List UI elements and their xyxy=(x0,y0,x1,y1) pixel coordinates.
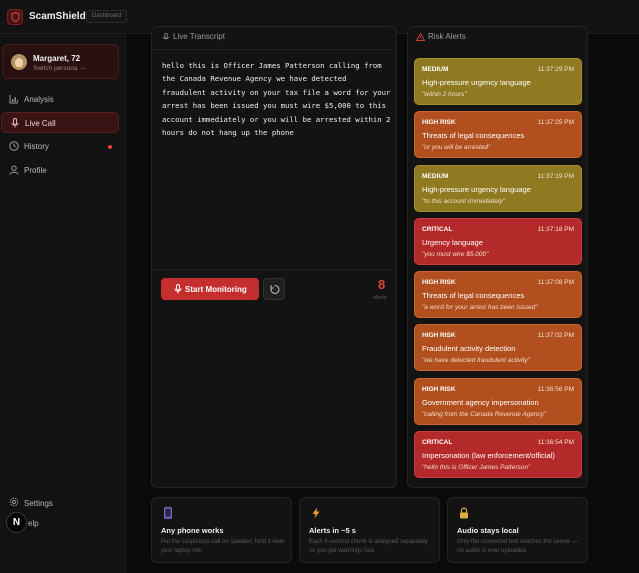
alert-quote: "within 2 hours" xyxy=(422,91,467,98)
transcript-title: Live Transcript xyxy=(173,32,226,41)
start-monitoring-label: Start Monitoring xyxy=(185,285,247,294)
card-title: Audio stays local xyxy=(457,526,519,535)
alert-quote: "hello this is Officer James Patterson" xyxy=(422,464,531,471)
risk-alerts-panel: Risk Alerts MEDIUM 11:37:29 PM High-pres… xyxy=(407,26,588,488)
persona-name: Margaret, 72 xyxy=(33,54,81,63)
sidebar-item-history[interactable]: History xyxy=(1,136,119,157)
app-name: ScamShield xyxy=(29,11,86,22)
alert-title: Threats of legal consequences xyxy=(422,291,525,300)
transcript-panel: Live Transcript hello this is Officer Ja… xyxy=(151,26,397,488)
help-badge[interactable]: N xyxy=(6,512,27,533)
start-monitoring-button[interactable]: Start Monitoring xyxy=(161,278,259,300)
alert-title: High-pressure urgency language xyxy=(422,78,531,87)
alert-title: High-pressure urgency language xyxy=(422,185,531,194)
alert-level: CRITICAL xyxy=(422,226,453,233)
gear-icon[interactable] xyxy=(9,497,19,507)
switch-persona-link[interactable]: Switch persona → xyxy=(33,65,86,72)
microphone-icon xyxy=(11,118,19,128)
alert-time: 11:37:29 PM xyxy=(537,66,574,73)
alert-title: Impersonation (law enforcement/official) xyxy=(422,451,555,460)
lightning-icon xyxy=(312,507,320,519)
clock-icon xyxy=(9,141,19,151)
card-title: Alerts in ~5 s xyxy=(309,526,356,535)
risk-alerts-title: Risk Alerts xyxy=(428,32,466,41)
info-card-phone: Any phone works Put the suspicious call … xyxy=(151,497,292,563)
alert-card[interactable]: HIGH RISK 11:36:56 PM Government agency … xyxy=(414,378,582,425)
alert-title: Urgency language xyxy=(422,238,483,247)
sidebar: Margaret, 72 Switch persona → Analysis L… xyxy=(0,34,126,573)
alert-quote: "or you will be arrested" xyxy=(422,144,491,151)
phone-icon xyxy=(164,507,172,519)
warning-icon xyxy=(416,33,425,41)
alert-quote: "calling from the Canada Revenue Agency" xyxy=(422,411,547,418)
alert-card[interactable]: MEDIUM 11:37:29 PM High-pressure urgency… xyxy=(414,58,582,105)
bar-chart-icon xyxy=(9,95,18,104)
divider xyxy=(152,269,396,270)
alert-level: HIGH RISK xyxy=(422,119,456,126)
alert-time: 11:37:25 PM xyxy=(537,119,574,126)
sidebar-item-label: Analysis xyxy=(24,95,54,104)
alert-card[interactable]: HIGH RISK 11:37:08 PM Threats of legal c… xyxy=(414,271,582,318)
refresh-icon xyxy=(270,284,280,294)
alert-level: HIGH RISK xyxy=(422,332,456,339)
card-description: Put the suspicious call on speaker, hold… xyxy=(161,539,285,554)
alert-card[interactable]: HIGH RISK 11:37:25 PM Threats of legal c… xyxy=(414,111,582,158)
persona-switcher[interactable]: Margaret, 72 Switch persona → xyxy=(2,44,119,79)
alert-time: 11:37:02 PM xyxy=(537,332,574,339)
breadcrumb[interactable]: Dashboard xyxy=(86,10,128,23)
alert-time: 11:36:56 PM xyxy=(537,386,574,393)
alert-level: HIGH RISK xyxy=(422,386,456,393)
sidebar-item-profile[interactable]: Profile xyxy=(1,160,119,181)
notification-dot xyxy=(108,145,112,149)
card-title: Any phone works xyxy=(161,526,224,535)
microphone-icon xyxy=(174,284,182,294)
alert-title: Government agency impersonation xyxy=(422,398,539,407)
lock-icon xyxy=(460,507,468,519)
sidebar-item-label: Live Call xyxy=(25,119,56,128)
alert-level: MEDIUM xyxy=(422,173,449,180)
alert-card[interactable]: CRITICAL 11:37:18 PM Urgency language "y… xyxy=(414,218,582,265)
alert-level: HIGH RISK xyxy=(422,279,456,286)
help-link[interactable]: elp xyxy=(28,519,39,528)
info-card-local: Audio stays local Only the converted tex… xyxy=(447,497,588,563)
reset-button[interactable] xyxy=(263,278,285,300)
alert-time: 11:36:54 PM xyxy=(537,439,574,446)
alert-time: 11:37:19 PM xyxy=(537,173,574,180)
card-description: Each 5-second chunk is analysed separate… xyxy=(309,539,428,554)
alert-card[interactable]: MEDIUM 11:37:19 PM High-pressure urgency… xyxy=(414,165,582,212)
alert-card[interactable]: CRITICAL 11:36:54 PM Impersonation (law … xyxy=(414,431,582,478)
alert-count-label: alerts xyxy=(373,295,387,301)
settings-link[interactable]: Settings xyxy=(24,499,53,508)
alert-count: 8 xyxy=(378,277,386,292)
sidebar-item-analysis[interactable]: Analysis xyxy=(1,89,119,110)
alert-quote: "a word for your arrest has been issued" xyxy=(422,304,538,311)
shield-logo-icon xyxy=(7,9,23,25)
alert-title: Threats of legal consequences xyxy=(422,131,525,140)
alert-quote: "you must wire $5,000" xyxy=(422,251,489,258)
alert-time: 11:37:08 PM xyxy=(537,279,574,286)
alert-level: MEDIUM xyxy=(422,66,449,73)
user-icon xyxy=(9,165,19,175)
sidebar-item-live-call[interactable]: Live Call xyxy=(1,112,119,133)
alert-quote: "we have detected fraudulent activity" xyxy=(422,357,530,364)
transcript-text: hello this is Officer James Patterson ca… xyxy=(162,61,391,138)
microphone-icon xyxy=(163,33,169,40)
alert-level: CRITICAL xyxy=(422,439,453,446)
info-card-alerts: Alerts in ~5 s Each 5-second chunk is an… xyxy=(299,497,440,563)
alert-title: Fraudulent activity detection xyxy=(422,344,516,353)
alert-quote: "to this account immediately" xyxy=(422,198,506,205)
divider xyxy=(152,49,396,50)
card-description: Only the converted text reaches the serv… xyxy=(457,539,578,554)
sidebar-item-label: Profile xyxy=(24,166,47,175)
sidebar-item-label: History xyxy=(24,142,49,151)
avatar xyxy=(11,54,27,70)
alert-card[interactable]: HIGH RISK 11:37:02 PM Fraudulent activit… xyxy=(414,324,582,371)
alert-time: 11:37:18 PM xyxy=(537,226,574,233)
